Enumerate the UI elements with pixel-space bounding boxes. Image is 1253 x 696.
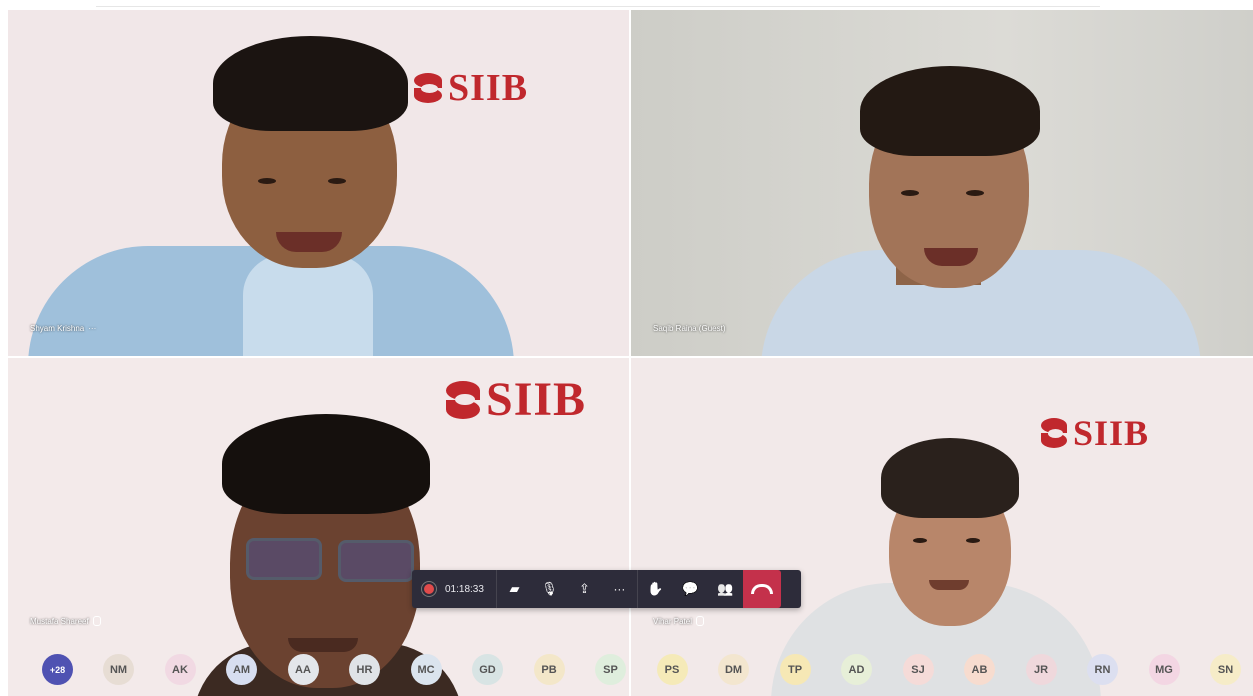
- mic-muted-icon: [696, 616, 704, 626]
- hand-icon: ✋: [647, 581, 664, 596]
- siib-logo: SIIB: [446, 372, 586, 427]
- mic-muted-icon: [92, 616, 101, 626]
- participant-avatar[interactable]: SJ: [902, 654, 934, 685]
- siib-logo: SIIB: [414, 66, 528, 110]
- logo-text: SIIB: [486, 373, 587, 426]
- participant-name-label: Saqib Raina (Guest): [653, 324, 726, 333]
- logo-text: SIIB: [1073, 413, 1150, 453]
- participant-avatar[interactable]: DM: [718, 654, 749, 685]
- siib-emblem-icon: [414, 73, 442, 103]
- participant-avatar[interactable]: AD: [841, 654, 872, 685]
- top-divider: [96, 6, 1100, 7]
- camera-off-icon: ▰: [509, 581, 520, 596]
- participant-name-label: Vihar Patel: [653, 616, 704, 626]
- raise-hand-button[interactable]: ✋: [638, 570, 673, 608]
- participant-name-label: Mustafa Shareef: [30, 616, 101, 626]
- participant-avatar[interactable]: AB: [964, 654, 995, 685]
- video-tile-1[interactable]: SIIB Shyam Krishna ···: [8, 10, 629, 356]
- participants-button[interactable]: 👥: [708, 570, 743, 608]
- mic-off-icon: 🎙: [541, 581, 558, 596]
- participant-avatar[interactable]: GD: [472, 654, 503, 685]
- recording-indicator: 01:18:33: [412, 570, 497, 608]
- participant-avatar[interactable]: SN: [1210, 654, 1241, 685]
- record-icon: [422, 582, 436, 596]
- participant-avatar[interactable]: NM: [103, 654, 134, 685]
- more-options-icon[interactable]: ···: [88, 324, 96, 333]
- meeting-timer: 01:18:33: [445, 583, 484, 595]
- siib-logo: SIIB: [1041, 412, 1149, 454]
- camera-off-button[interactable]: ▰: [497, 570, 532, 608]
- participant-avatar[interactable]: PB: [533, 654, 565, 685]
- more-icon: ···: [613, 582, 626, 596]
- participant-avatar[interactable]: AM: [226, 654, 257, 685]
- participant-name-label: Shyam Krishna ···: [30, 324, 97, 333]
- video-tile-4[interactable]: SIIB Vihar Patel: [631, 358, 1253, 696]
- mic-off-button[interactable]: 🎙: [532, 570, 567, 608]
- phone-hangup-icon: [750, 584, 773, 594]
- siib-emblem-icon: [1041, 418, 1067, 448]
- participant-avatar[interactable]: PS: [656, 654, 688, 685]
- people-icon: 👥: [717, 581, 734, 596]
- siib-emblem-icon: [446, 380, 480, 419]
- share-tray-icon: ⇪: [578, 581, 590, 596]
- hang-up-button[interactable]: [742, 570, 781, 608]
- participant-avatar[interactable]: MG: [1148, 654, 1180, 685]
- participant-avatar[interactable]: HR: [349, 654, 380, 685]
- more-button[interactable]: ···: [602, 570, 637, 608]
- video-tile-3[interactable]: SIIB Mustafa Shareef: [8, 358, 629, 696]
- participant-avatar[interactable]: RN: [1087, 654, 1118, 685]
- more-participants-badge[interactable]: +28: [42, 654, 73, 685]
- participant-avatar[interactable]: TP: [779, 654, 811, 685]
- chat-icon: 💬: [682, 581, 699, 596]
- participant-avatar[interactable]: SP: [595, 654, 626, 685]
- share-button[interactable]: ⇪: [567, 570, 602, 608]
- participant-avatar[interactable]: AA: [287, 654, 319, 685]
- participant-avatar[interactable]: MC: [410, 654, 442, 685]
- meeting-control-bar: 01:18:33 ▰ 🎙 ⇪ ··· ✋ 💬 👥: [412, 570, 801, 608]
- participant-avatar[interactable]: AK: [164, 654, 196, 685]
- logo-text: SIIB: [448, 67, 529, 109]
- chat-button[interactable]: 💬: [673, 570, 708, 608]
- participant-strip: +28 NM AK AM AA HR MC GD PB SP PS DM TP AD SJ AB JR RN MG S…: [0, 650, 1253, 688]
- participant-avatar[interactable]: JR: [1025, 654, 1057, 685]
- video-tile-2[interactable]: Saqib Raina (Guest): [631, 10, 1253, 356]
